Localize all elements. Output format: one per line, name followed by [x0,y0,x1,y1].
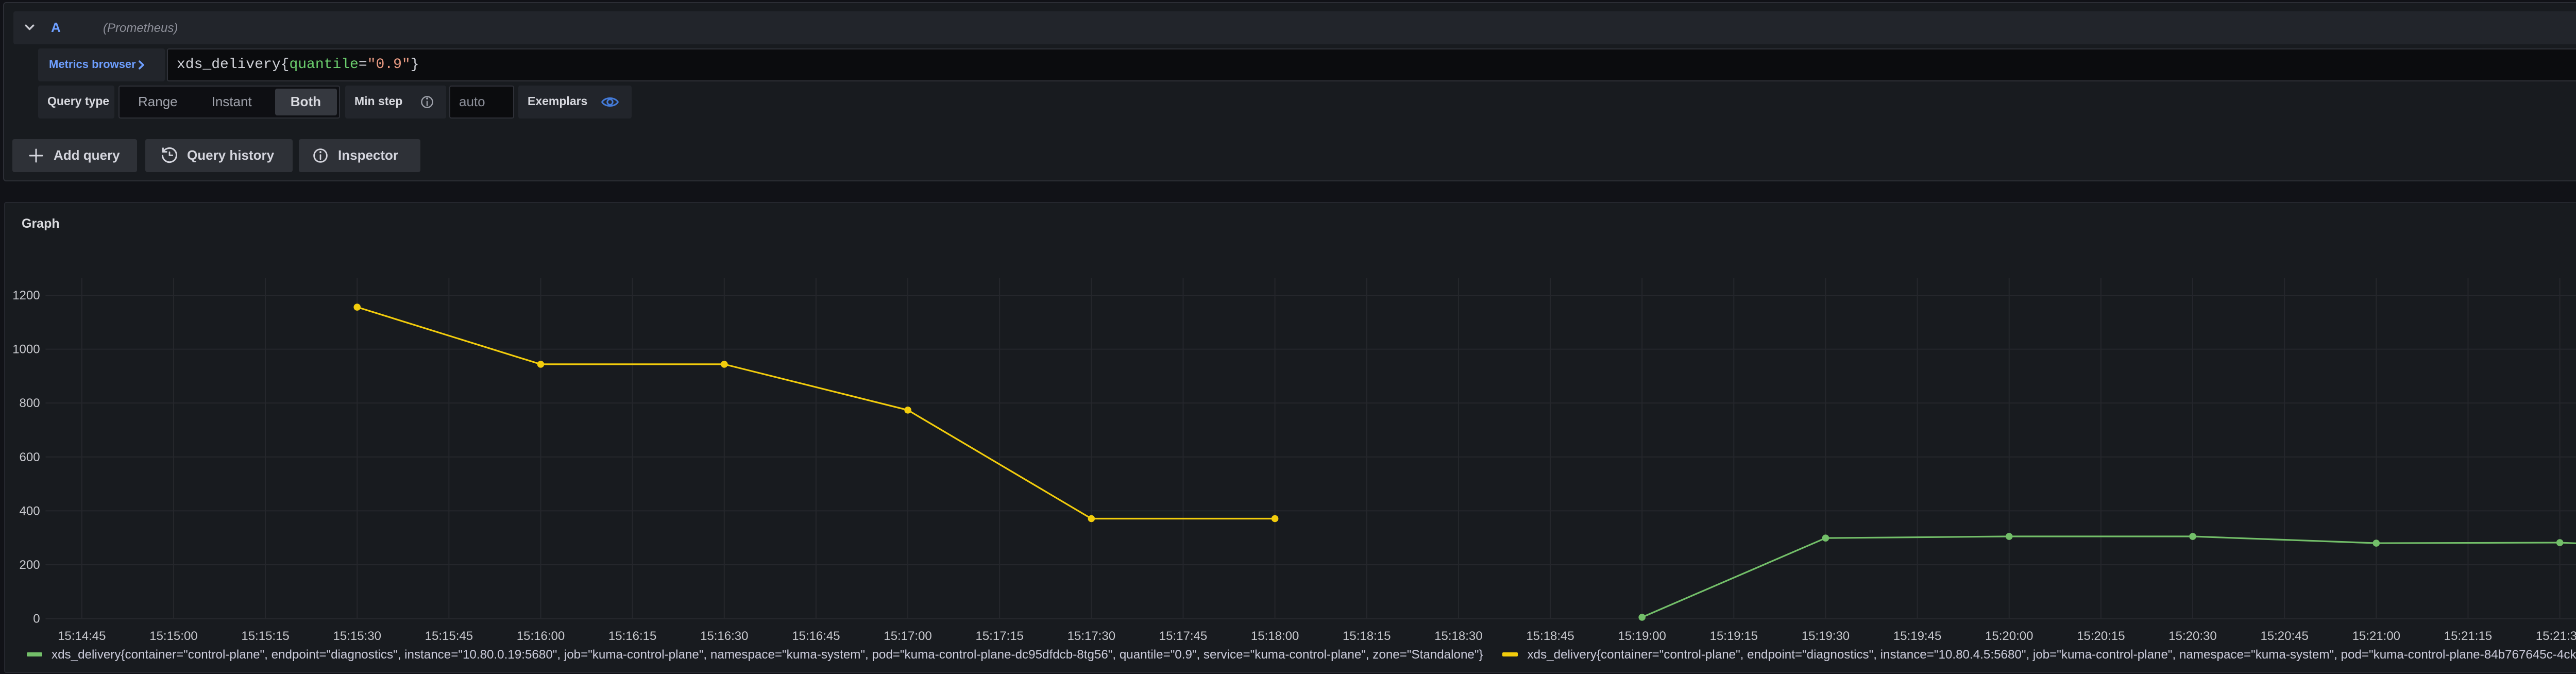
svg-text:15:15:30: 15:15:30 [333,629,381,643]
svg-text:800: 800 [20,396,40,410]
svg-text:15:15:15: 15:15:15 [241,629,289,643]
svg-text:15:14:45: 15:14:45 [58,629,106,643]
svg-text:15:15:45: 15:15:45 [425,629,473,643]
svg-text:15:20:00: 15:20:00 [1985,629,2033,643]
svg-text:15:18:00: 15:18:00 [1251,629,1299,643]
svg-text:1000: 1000 [12,343,40,357]
svg-text:15:16:15: 15:16:15 [608,629,656,643]
svg-text:0: 0 [33,612,40,626]
svg-text:15:21:30: 15:21:30 [2536,629,2576,643]
svg-text:400: 400 [20,504,40,518]
svg-text:15:19:45: 15:19:45 [1893,629,1941,643]
svg-text:15:16:45: 15:16:45 [792,629,840,643]
svg-text:15:18:45: 15:18:45 [1526,629,1574,643]
svg-text:1200: 1200 [12,289,40,302]
svg-text:15:21:15: 15:21:15 [2444,629,2492,643]
svg-text:15:20:45: 15:20:45 [2260,629,2308,643]
svg-text:15:19:15: 15:19:15 [1710,629,1758,643]
svg-text:15:17:30: 15:17:30 [1067,629,1115,643]
svg-text:15:16:30: 15:16:30 [700,629,748,643]
svg-text:15:21:00: 15:21:00 [2352,629,2400,643]
svg-text:15:17:45: 15:17:45 [1159,629,1207,643]
svg-text:15:18:15: 15:18:15 [1343,629,1391,643]
svg-text:15:17:00: 15:17:00 [884,629,931,643]
svg-text:15:19:30: 15:19:30 [1802,629,1850,643]
svg-text:15:20:30: 15:20:30 [2168,629,2216,643]
svg-text:15:20:15: 15:20:15 [2077,629,2125,643]
svg-text:15:16:00: 15:16:00 [517,629,565,643]
svg-text:600: 600 [20,450,40,464]
svg-text:15:18:30: 15:18:30 [1434,629,1482,643]
svg-text:15:15:00: 15:15:00 [149,629,197,643]
svg-text:200: 200 [20,558,40,572]
svg-text:15:19:00: 15:19:00 [1618,629,1666,643]
svg-text:15:17:15: 15:17:15 [975,629,1023,643]
